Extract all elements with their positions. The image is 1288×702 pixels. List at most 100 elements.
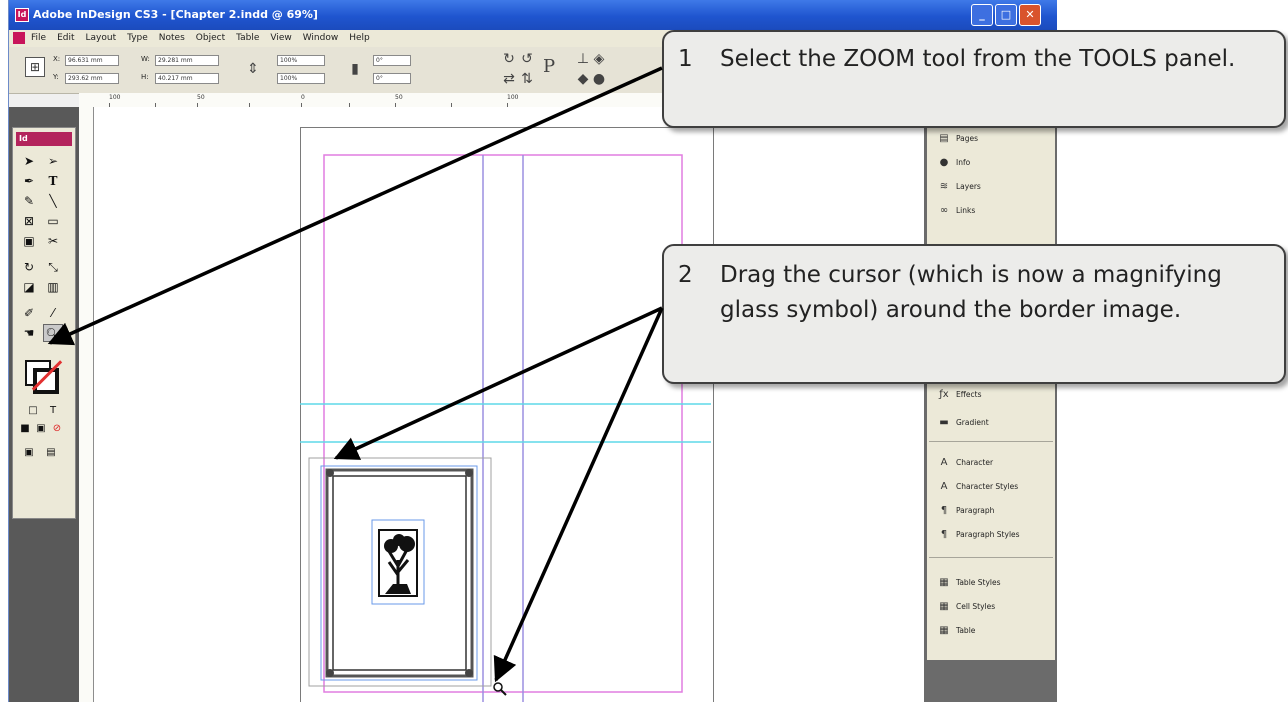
select-next-icon[interactable]: ● — [591, 71, 607, 87]
rectangle-frame-tool-icon[interactable]: ⊠ — [19, 212, 39, 230]
ruler-label: 100 — [109, 94, 121, 101]
flip-horizontal-icon[interactable]: ⇄ — [501, 71, 517, 87]
reference-point-icon[interactable]: ⊞ — [25, 57, 45, 77]
panel-paragraph[interactable]: ¶ Paragraph — [937, 503, 995, 519]
fill-stroke-swatch[interactable] — [25, 360, 63, 394]
menu-help[interactable]: Help — [349, 33, 370, 43]
character-styles-icon: A — [940, 481, 948, 492]
menu-layout[interactable]: Layout — [86, 33, 117, 43]
selection-tool-icon[interactable]: ➤ — [19, 152, 39, 170]
zoom-tool-icon[interactable]: 🔍︎ — [43, 324, 63, 342]
select-content-icon[interactable]: ◈ — [591, 51, 607, 67]
constrain-scale-icon[interactable]: ▮ — [347, 61, 363, 77]
panel-character-styles[interactable]: A Character Styles — [937, 479, 1019, 495]
panel-links[interactable]: ∞ Links — [937, 203, 975, 219]
menu-edit[interactable]: Edit — [57, 33, 74, 43]
select-container-icon[interactable]: ⊥ — [575, 51, 591, 67]
panel-label: Cell Styles — [956, 602, 996, 611]
rotation-angle-field[interactable]: 0° — [373, 55, 411, 66]
fill-swatch-icon[interactable] — [33, 368, 59, 394]
callout-step-number: 1 — [678, 46, 693, 72]
x-position-field[interactable]: 96.631 mm — [65, 55, 119, 66]
document-canvas[interactable] — [94, 107, 924, 702]
info-icon: ● — [939, 157, 949, 168]
button-tool-icon[interactable]: ▣ — [19, 232, 39, 250]
menu-object[interactable]: Object — [196, 33, 225, 43]
panel-info[interactable]: ● Info — [937, 155, 971, 171]
panel-divider — [929, 441, 1053, 442]
rectangle-tool-icon[interactable]: ▭ — [43, 212, 63, 230]
panel-label: Info — [956, 158, 971, 167]
gradient-tool-icon[interactable]: ▥ — [43, 278, 63, 296]
vertical-ruler[interactable] — [79, 107, 94, 702]
scale-y-field[interactable]: 100% — [277, 73, 325, 84]
rotate-ccw-icon[interactable]: ↺ — [519, 51, 535, 67]
normal-view-icon[interactable]: ▣ — [19, 444, 39, 462]
layers-icon: ≋ — [939, 181, 949, 192]
constrain-proportions-icon[interactable]: ⇕ — [245, 61, 261, 77]
rotate-tool-icon[interactable]: ↻ — [19, 258, 39, 276]
panel-table-styles[interactable]: ▦ Table Styles — [937, 575, 1000, 591]
callout-text: Drag the cursor (which is now a magnifyi… — [720, 262, 1222, 323]
instruction-callout-1: 1 Select the ZOOM tool from the TOOLS pa… — [662, 30, 1286, 128]
hand-tool-icon[interactable]: ☚ — [19, 324, 39, 342]
menu-file[interactable]: File — [31, 33, 46, 43]
panel-label: Character Styles — [956, 482, 1019, 491]
shear-angle-field[interactable]: 0° — [373, 73, 411, 84]
panel-label: Paragraph Styles — [956, 530, 1020, 539]
eyedropper-tool-icon[interactable]: ⁄ — [43, 304, 63, 322]
scale-x-field[interactable]: 100% — [277, 55, 325, 66]
document-icon[interactable] — [13, 32, 25, 44]
rotate-cw-icon[interactable]: ↻ — [501, 51, 517, 67]
menu-window[interactable]: Window — [303, 33, 339, 43]
menu-type[interactable]: Type — [127, 33, 148, 43]
type-tool-icon[interactable]: T — [43, 172, 63, 190]
panel-layers[interactable]: ≋ Layers — [937, 179, 981, 195]
preview-mode-icon[interactable]: ▤ — [41, 444, 61, 462]
line-tool-icon[interactable]: ╲ — [43, 192, 63, 210]
menu-table[interactable]: Table — [236, 33, 259, 43]
free-transform-tool-icon[interactable]: ◪ — [19, 278, 39, 296]
title-bar[interactable]: Id Adobe InDesign CS3 - [Chapter 2.indd … — [9, 0, 1057, 30]
scale-tool-icon[interactable]: ⤡ — [43, 258, 63, 276]
y-label: Y: — [53, 73, 59, 81]
tools-panel-title[interactable]: Id — [16, 132, 72, 146]
select-previous-icon[interactable]: ◆ — [575, 71, 591, 87]
indesign-app-icon: Id — [15, 8, 29, 22]
callout-step-number: 2 — [678, 262, 693, 288]
maximize-button[interactable]: □ — [995, 4, 1017, 26]
panel-paragraph-styles[interactable]: ¶ Paragraph Styles — [937, 527, 1020, 543]
close-button[interactable]: ✕ — [1019, 4, 1041, 26]
direct-selection-tool-icon[interactable]: ➢ — [43, 152, 63, 170]
scissors-tool-icon[interactable]: ✂ — [43, 232, 63, 250]
panel-character[interactable]: A Character — [937, 455, 993, 471]
w-label: W: — [141, 55, 150, 63]
links-icon: ∞ — [939, 205, 949, 216]
note-tool-icon[interactable]: ✐ — [19, 304, 39, 322]
apply-none-icon[interactable]: ⊘ — [47, 420, 67, 438]
panel-cell-styles[interactable]: ▦ Cell Styles — [937, 599, 995, 615]
formatting-container-icon[interactable]: □ — [23, 402, 43, 420]
minimize-button[interactable]: _ — [971, 4, 993, 26]
panel-pages[interactable]: ▤ Pages — [937, 131, 978, 147]
panel-label: Layers — [956, 182, 981, 191]
flip-vertical-icon[interactable]: ⇅ — [519, 71, 535, 87]
ruler-label: 100 — [507, 94, 519, 101]
panel-label: Pages — [956, 134, 979, 143]
panel-label: Effects — [956, 390, 982, 399]
menu-notes[interactable]: Notes — [159, 33, 185, 43]
panel-table[interactable]: ▦ Table — [937, 623, 975, 639]
ruler-label: 50 — [395, 94, 403, 101]
pencil-tool-icon[interactable]: ✎ — [19, 192, 39, 210]
paragraph-flip-icon[interactable]: P — [541, 58, 557, 76]
formatting-text-icon[interactable]: T — [43, 402, 63, 420]
panel-gradient[interactable]: ▬ Gradient — [937, 415, 988, 431]
y-position-field[interactable]: 293.62 mm — [65, 73, 119, 84]
menu-view[interactable]: View — [270, 33, 291, 43]
panel-label: Table — [956, 626, 976, 635]
document-page[interactable] — [300, 127, 714, 702]
pen-tool-icon[interactable]: ✒ — [19, 172, 39, 190]
height-field[interactable]: 40.217 mm — [155, 73, 219, 84]
width-field[interactable]: 29.281 mm — [155, 55, 219, 66]
panel-effects[interactable]: ƒx Effects — [937, 387, 982, 403]
